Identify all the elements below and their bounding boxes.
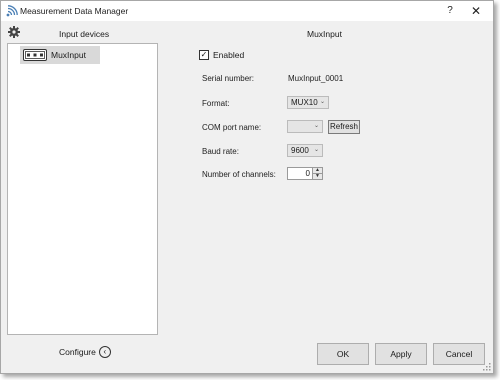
channels-stepper[interactable]: 0 ▲ ▼ — [287, 167, 323, 180]
format-label: Format: — [202, 99, 230, 108]
cancel-button[interactable]: Cancel — [433, 343, 485, 365]
serial-number-value: MuxInput_0001 — [288, 74, 344, 83]
chevron-down-icon: ⌄ — [313, 123, 319, 129]
chevron-down-icon: ⌄ — [313, 147, 319, 153]
panel-header-row: Input devices MuxInput — [1, 23, 493, 43]
input-devices-list[interactable]: MuxInput — [7, 43, 158, 335]
gear-icon[interactable] — [8, 26, 20, 38]
device-item-muxinput[interactable]: MuxInput — [20, 46, 100, 64]
ok-button[interactable]: OK — [317, 343, 369, 365]
baud-rate-label: Baud rate: — [202, 147, 239, 156]
baud-rate-value: 9600 — [291, 146, 309, 155]
refresh-button[interactable]: Refresh — [328, 120, 360, 134]
enabled-checkbox[interactable]: ✓ — [199, 50, 209, 60]
device-settings-title: MuxInput — [307, 29, 342, 39]
apply-button[interactable]: Apply — [375, 343, 427, 365]
configure-label: Configure — [59, 347, 96, 357]
chevron-down-icon: ⌄ — [319, 99, 325, 105]
com-port-label: COM port name: — [202, 123, 262, 132]
device-module-icon — [23, 49, 47, 61]
com-port-select[interactable]: ⌄ — [287, 120, 323, 133]
channels-label: Number of channels: — [202, 170, 276, 179]
enabled-row[interactable]: ✓ Enabled — [199, 50, 244, 60]
stepper-down-icon[interactable]: ▼ — [313, 174, 322, 179]
format-select[interactable]: MUX10 ⌄ — [287, 96, 329, 109]
app-signal-icon — [6, 5, 18, 17]
serial-number-label: Serial number: — [202, 74, 255, 83]
measurement-data-manager-window: Measurement Data Manager ? ✕ Input devic… — [0, 0, 494, 374]
title-bar[interactable]: Measurement Data Manager ? ✕ — [1, 1, 493, 21]
window-title: Measurement Data Manager — [20, 6, 129, 16]
resize-grip-icon[interactable] — [483, 363, 491, 371]
configure-toggle[interactable]: Configure ‹ — [59, 346, 111, 358]
help-button[interactable]: ? — [441, 3, 459, 19]
format-value: MUX10 — [291, 98, 318, 107]
close-button[interactable]: ✕ — [467, 3, 485, 19]
channels-field[interactable]: 0 — [287, 167, 313, 180]
stepper-buttons: ▲ ▼ — [313, 167, 323, 180]
input-devices-title: Input devices — [59, 29, 110, 39]
baud-rate-select[interactable]: 9600 ⌄ — [287, 144, 323, 157]
enabled-label: Enabled — [213, 50, 245, 60]
device-label: MuxInput — [51, 50, 86, 60]
collapse-arrow-icon[interactable]: ‹ — [98, 346, 111, 358]
